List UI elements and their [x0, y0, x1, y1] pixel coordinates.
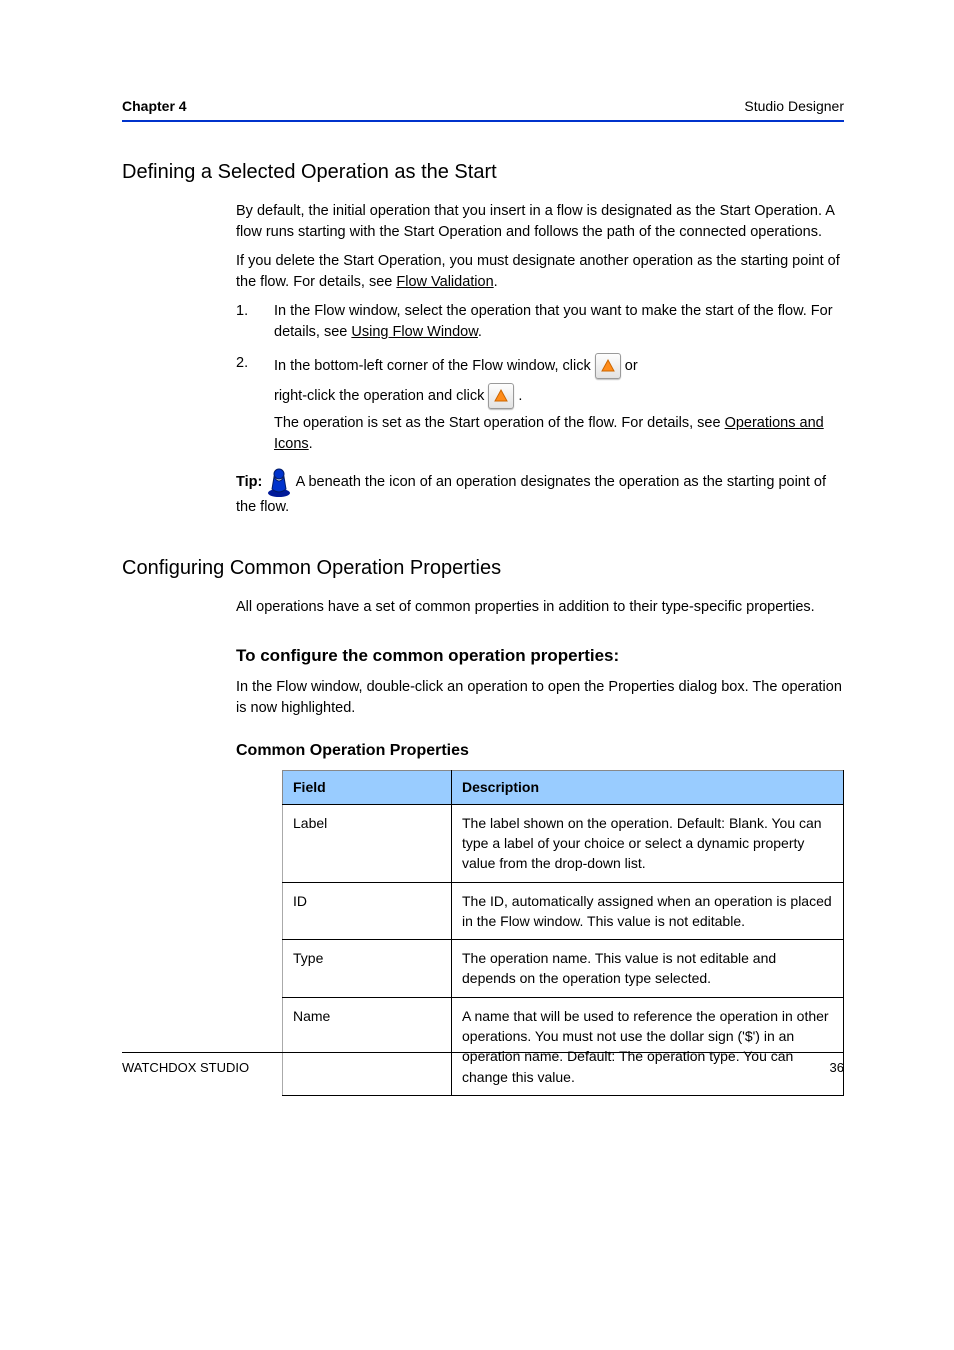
table-row: LabelThe label shown on the operation. D…	[283, 804, 844, 882]
cell-desc: The label shown on the operation. Defaul…	[452, 804, 844, 882]
section-title-1: Defining a Selected Operation as the Sta…	[122, 158, 844, 187]
step-1: 1. In the Flow window, select the operat…	[236, 301, 844, 347]
table-header-row: Field Description	[283, 771, 844, 804]
s2-h4: Common Operation Properties	[236, 739, 844, 762]
cell-field: Label	[283, 804, 452, 882]
tip-text: A beneath the icon of an operation desig…	[236, 474, 826, 515]
cell-field: ID	[283, 882, 452, 940]
chapter-title: Studio Designer	[744, 96, 844, 116]
s2-intro: All operations have a set of common prop…	[236, 597, 844, 618]
set-start-icon-inline	[488, 383, 514, 409]
footer-page-number: 36	[830, 1059, 844, 1078]
step-2: 2. In the bottom-left corner of the Flow…	[236, 353, 844, 459]
cell-desc: The operation name. This value is not ed…	[452, 940, 844, 998]
th-desc: Description	[452, 771, 844, 804]
link-flow-validation[interactable]: Flow Validation	[396, 274, 493, 290]
cell-field: Type	[283, 940, 452, 998]
footer-rule	[122, 1052, 844, 1053]
step-1-number: 1.	[236, 301, 274, 322]
step-1-text: In the Flow window, select the operation…	[274, 301, 844, 343]
step-2-number: 2.	[236, 353, 274, 374]
table-row: IDThe ID, automatically assigned when an…	[283, 882, 844, 940]
chapter-label: Chapter 4	[122, 96, 187, 116]
intro-paragraph-2: If you delete the Start Operation, you m…	[236, 251, 844, 293]
step-2-line2: right-click the operation and click .	[274, 383, 844, 409]
intro2-text: If you delete the Start Operation, you m…	[236, 253, 840, 290]
th-field: Field	[283, 771, 452, 804]
step-2-line1: In the bottom-left corner of the Flow wi…	[274, 353, 844, 379]
intro2-tail: .	[494, 274, 498, 290]
s2-tocfg: To configure the common operation proper…	[236, 644, 844, 669]
table-row: TypeThe operation name. This value is no…	[283, 940, 844, 998]
page-header: Chapter 4 Studio Designer	[122, 96, 844, 118]
step-2-note: The operation is set as the Start operat…	[274, 413, 844, 455]
page-footer: WATCHDOX STUDIO 36	[122, 1045, 844, 1078]
s2-before: In the Flow window, double-click an oper…	[236, 677, 844, 719]
pawn-start-icon	[266, 467, 292, 497]
link-using-flow-window[interactable]: Using Flow Window	[351, 324, 478, 340]
header-rule	[122, 120, 844, 122]
section-title-2: Configuring Common Operation Properties	[122, 554, 844, 583]
tip-label: Tip:	[236, 474, 266, 490]
cell-desc: The ID, automatically assigned when an o…	[452, 882, 844, 940]
tip-row: Tip: A beneath the icon of an operation …	[236, 467, 844, 518]
footer-product: WATCHDOX STUDIO	[122, 1059, 249, 1078]
set-start-icon	[595, 353, 621, 379]
intro-paragraph-1: By default, the initial operation that y…	[236, 201, 844, 243]
